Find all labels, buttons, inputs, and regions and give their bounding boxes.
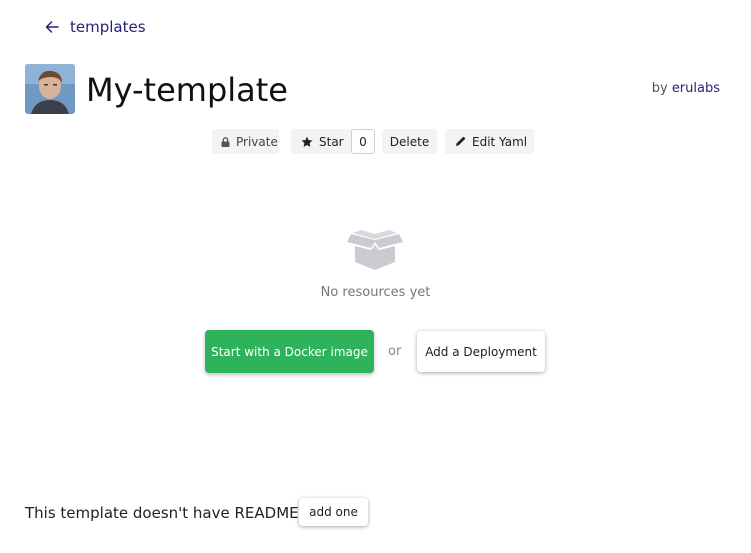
edit-yaml-button[interactable]: Edit Yaml [445, 129, 534, 154]
delete-button[interactable]: Delete [382, 129, 437, 154]
avatar [25, 64, 75, 114]
readme-missing-message: This template doesn't have README. [25, 504, 304, 522]
start-docker-image-button[interactable]: Start with a Docker image [205, 330, 374, 373]
arrow-left-icon [45, 21, 59, 33]
add-deployment-button[interactable]: Add a Deployment [417, 331, 545, 372]
empty-state-message: No resources yet [320, 285, 431, 300]
owner-link[interactable]: erulabs [672, 81, 720, 96]
back-link-label: templates [70, 18, 146, 36]
byline-prefix: by [651, 81, 668, 96]
add-readme-button[interactable]: add one [299, 498, 368, 526]
star-button[interactable]: Star 0 [291, 129, 375, 154]
star-count: 0 [351, 129, 375, 154]
private-label: Private [236, 134, 278, 149]
star-label: Star [319, 134, 344, 149]
open-box-icon [347, 230, 403, 270]
page-title: My-template [86, 71, 288, 109]
pencil-icon [456, 136, 466, 146]
private-button[interactable]: Private [212, 129, 279, 154]
byline: by erulabs [652, 81, 720, 96]
or-separator: or [388, 344, 402, 359]
back-to-templates-link[interactable]: templates [44, 16, 146, 38]
edit-yaml-label: Edit Yaml [472, 134, 528, 149]
star-icon [301, 136, 313, 147]
lock-icon [221, 136, 230, 147]
